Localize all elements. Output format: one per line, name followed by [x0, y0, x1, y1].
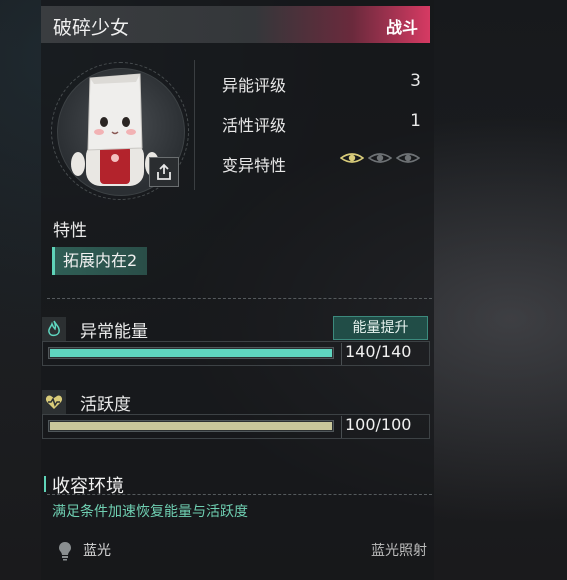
battle-badge[interactable]: 战斗	[386, 14, 418, 38]
energy-separator	[341, 343, 342, 365]
vitality-title: 活跃度	[80, 395, 131, 415]
light-condition-row[interactable]: 蓝光 蓝光照射	[57, 540, 427, 562]
lightbulb-icon	[59, 542, 71, 561]
energy-bar-track	[48, 347, 334, 359]
eye-icon-inactive	[368, 153, 392, 163]
vitality-value: 100/100	[345, 415, 412, 434]
character-name: 破碎少女	[53, 17, 130, 39]
energy-value: 140/140	[345, 342, 412, 361]
stat-label-mutation: 变异特性	[222, 156, 287, 175]
character-avatar	[71, 73, 159, 186]
vertical-divider	[194, 60, 195, 190]
eye-icon-inactive	[396, 153, 420, 163]
share-button[interactable]	[149, 157, 179, 187]
environment-subtitle: 满足条件加速恢复能量与活跃度	[52, 504, 248, 520]
stat-label-ability-rating: 异能评级	[222, 76, 287, 95]
energy-bar-fill	[50, 349, 332, 357]
environment-marker	[44, 476, 46, 492]
heart-pulse-icon	[42, 390, 66, 414]
flame-icon	[42, 317, 66, 341]
vitality-bar-track	[48, 420, 334, 432]
mutation-eyes[interactable]	[340, 151, 420, 165]
stat-value-ability-rating: 3	[410, 71, 421, 91]
vitality-bar-fill	[50, 422, 332, 430]
light-name: 蓝光	[83, 543, 111, 559]
traits-heading: 特性	[53, 221, 87, 241]
section-divider	[47, 298, 432, 299]
stat-value-activity-rating: 1	[410, 111, 421, 131]
header-bar: 破碎少女 战斗	[41, 6, 430, 43]
eye-icon-active	[340, 153, 364, 163]
share-icon	[157, 163, 171, 180]
vitality-separator	[341, 416, 342, 438]
light-value: 蓝光照射	[371, 543, 427, 559]
energy-title: 异常能量	[80, 322, 148, 342]
stat-label-activity-rating: 活性评级	[222, 116, 287, 135]
energy-boost-button[interactable]: 能量提升	[333, 316, 428, 340]
trait-tag[interactable]: 拓展内在2	[52, 247, 148, 275]
environment-divider	[47, 494, 432, 495]
